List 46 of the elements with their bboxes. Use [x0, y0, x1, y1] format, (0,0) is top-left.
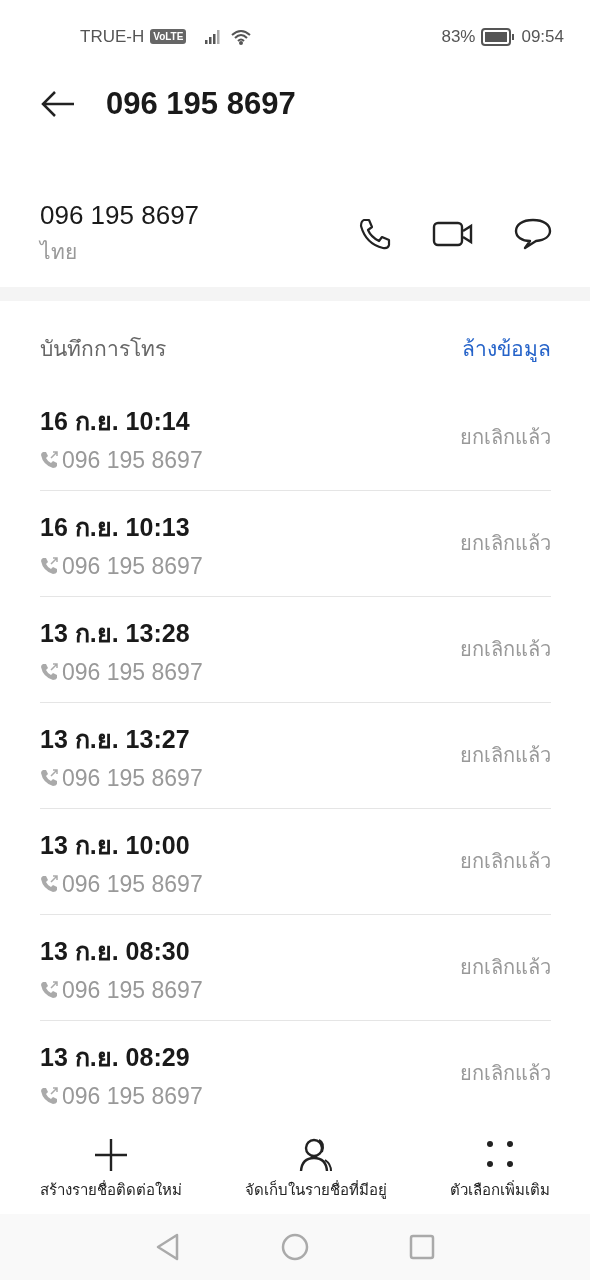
call-number: 096 195 8697: [62, 446, 203, 474]
battery-icon: [481, 27, 516, 46]
call-status: ยกเลิกแล้ว: [460, 1060, 551, 1088]
outgoing-call-icon: [40, 981, 58, 1000]
contact-number: 096 195 8697: [40, 199, 201, 231]
outgoing-call-icon: [40, 663, 58, 682]
phone-icon[interactable]: [358, 216, 392, 251]
clear-data-link[interactable]: ล้างข้อมูล: [462, 332, 551, 366]
call-time: 16 ก.ย. 10:13: [40, 511, 191, 543]
contact-region: ไทย: [40, 238, 78, 266]
action-button[interactable]: สร้างรายชื่อติดต่อใหม่: [39, 1137, 182, 1202]
call-number: 096 195 8697: [62, 764, 203, 792]
call-time: 16 ก.ย. 10:14: [40, 405, 191, 437]
call-number: 096 195 8697: [62, 976, 203, 1004]
action-button[interactable]: จัดเก็บในรายชื่อที่มีอยู่: [245, 1137, 387, 1202]
action-button[interactable]: ตัวเลือกเพิ่มเติม: [450, 1137, 551, 1202]
volte-badge: VoLTE: [150, 29, 187, 45]
call-number: 096 195 8697: [62, 1082, 203, 1110]
outgoing-call-icon: [40, 451, 58, 470]
plus-icon: [92, 1137, 129, 1172]
video-call-icon[interactable]: [432, 219, 474, 248]
call-status: ยกเลิกแล้ว: [460, 530, 551, 558]
call-status: ยกเลิกแล้ว: [460, 424, 551, 452]
call-status: ยกเลิกแล้ว: [460, 636, 551, 664]
call-status: ยกเลิกแล้ว: [460, 848, 551, 876]
outgoing-call-icon: [40, 1087, 58, 1106]
clock-time: 09:54: [521, 26, 564, 47]
call-time: 13 ก.ย. 08:29: [40, 1041, 191, 1073]
carrier-name: TRUE-H: [80, 26, 145, 47]
outgoing-call-icon: [40, 875, 58, 894]
section-title: บันทึกการโทร: [40, 336, 166, 364]
header-title: 096 195 8697: [106, 86, 296, 123]
call-time: 13 ก.ย. 08:30: [40, 935, 191, 967]
outgoing-call-icon: [40, 769, 58, 788]
call-number: 096 195 8697: [62, 870, 203, 898]
battery-percent: 83%: [441, 26, 476, 47]
call-number: 096 195 8697: [62, 552, 203, 580]
message-icon[interactable]: [514, 216, 552, 251]
call-time: 13 ก.ย. 13:28: [40, 617, 191, 649]
outgoing-call-icon: [40, 557, 58, 576]
person-icon: [298, 1137, 334, 1172]
call-status: ยกเลิกแล้ว: [460, 954, 551, 982]
call-time: 13 ก.ย. 10:00: [40, 829, 191, 861]
call-number: 096 195 8697: [62, 658, 203, 686]
call-time: 13 ก.ย. 13:27: [40, 723, 191, 755]
call-status: ยกเลิกแล้ว: [460, 742, 551, 770]
